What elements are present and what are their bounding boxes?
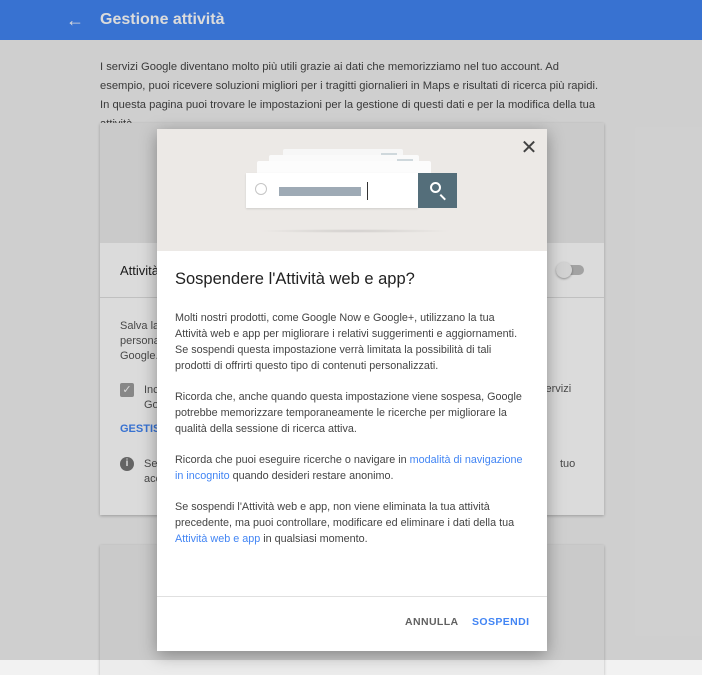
cancel-button[interactable]: ANNULLA bbox=[405, 616, 459, 628]
dialog-title: Sospendere l'Attività web e app? bbox=[175, 270, 415, 288]
web-app-activity-link[interactable]: Attività web e app bbox=[175, 533, 260, 545]
pause-button[interactable]: SOSPENDI bbox=[472, 616, 529, 628]
clock-icon bbox=[255, 183, 267, 195]
dialog-paragraph-3: Ricorda che puoi eseguire ricerche o nav… bbox=[175, 454, 523, 482]
dialog-paragraph-2: Ricorda che, anche quando questa imposta… bbox=[175, 391, 522, 435]
illustration-search-button bbox=[418, 173, 457, 208]
search-icon bbox=[430, 182, 441, 193]
dialog-illustration: ✕ bbox=[157, 129, 547, 251]
search-text-placeholder bbox=[279, 187, 361, 196]
dialog-paragraph-4: Se sospendi l'Attività web e app, non vi… bbox=[175, 501, 515, 545]
illustration-shadow bbox=[257, 229, 453, 233]
dialog-body: Molti nostri prodotti, come Google Now e… bbox=[175, 310, 527, 562]
illustration-searchbox bbox=[246, 173, 418, 208]
pause-activity-dialog: ✕ Sospendere l'Attività web e app? Molti… bbox=[157, 129, 547, 651]
text-caret bbox=[367, 182, 368, 200]
close-icon[interactable]: ✕ bbox=[520, 138, 538, 158]
dialog-divider bbox=[157, 596, 547, 597]
dialog-paragraph-1: Molti nostri prodotti, come Google Now e… bbox=[175, 312, 518, 372]
